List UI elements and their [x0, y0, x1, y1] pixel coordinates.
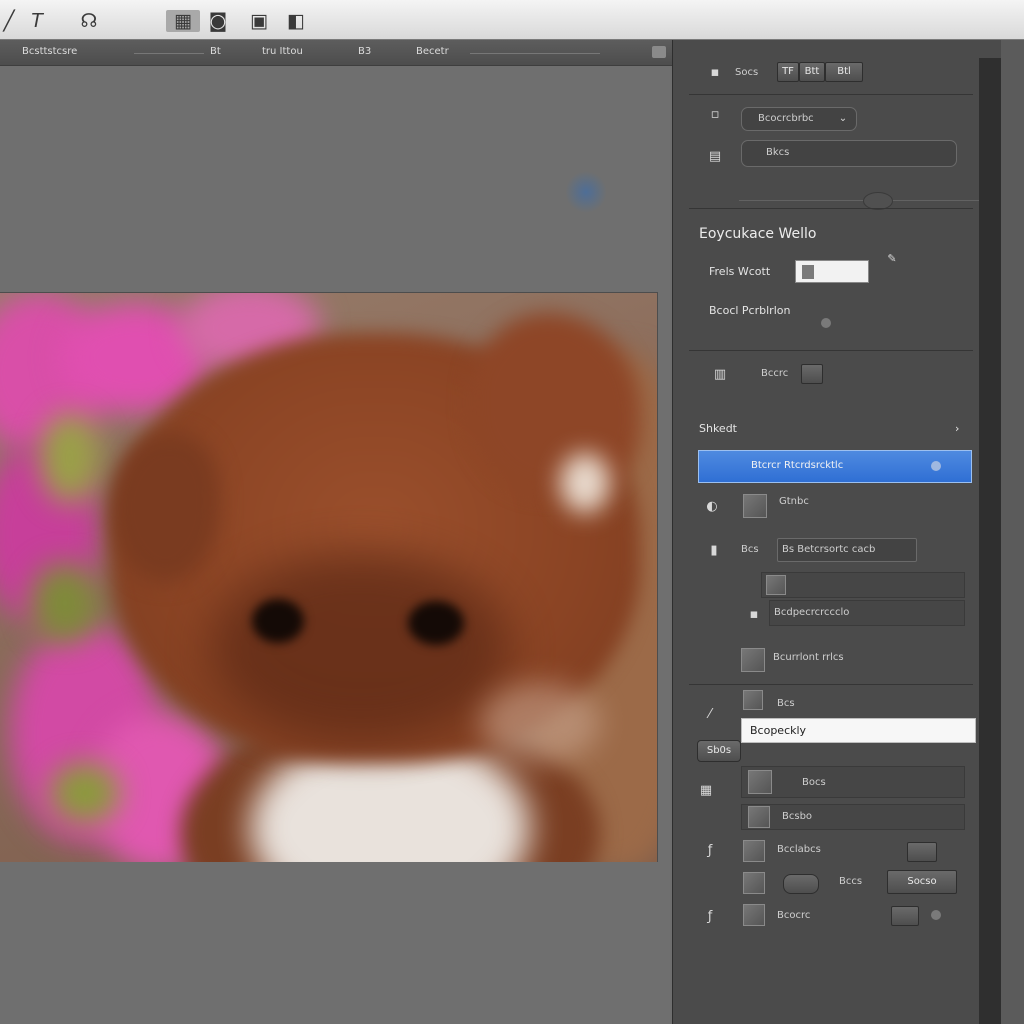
layer-thumb-icon: ▤	[708, 149, 722, 164]
layer-row-2-label: Bcs	[741, 544, 759, 555]
folder-icon[interactable]: ▮	[707, 544, 721, 558]
visibility-icon[interactable]: ◐	[705, 500, 719, 514]
layer-row-box[interactable]	[761, 572, 965, 598]
position-knob[interactable]	[821, 318, 831, 328]
layer-thumbnail	[743, 904, 765, 926]
layers-icon[interactable]: ▦	[166, 10, 200, 32]
panel-field-1[interactable]: Bcocrcbrbc ⌄	[741, 107, 857, 131]
panel-separator	[689, 208, 973, 209]
selected-layer-row[interactable]: Btcrcr Rtcrdsrcktlc	[698, 450, 972, 483]
link-icon: ▫	[710, 107, 720, 122]
top-toolbar: ╱ 𝘛 ☊ ▦ ◙ ▣ ◧	[0, 0, 1024, 40]
panel-separator	[689, 684, 973, 685]
layer-row-4[interactable]: Bcurrlont rrlcs	[773, 652, 844, 663]
document-tab-field-4: Becetr	[416, 46, 449, 57]
kitten-eye-left	[252, 599, 304, 643]
layer-thumbnail	[743, 872, 765, 894]
panel-separator	[689, 350, 973, 351]
panel-top-button-3[interactable]: Btl	[825, 62, 863, 82]
canvas-area[interactable]	[0, 66, 670, 1024]
layer-row-1[interactable]: Gtnbc	[779, 496, 809, 507]
chevron-right-icon[interactable]: ›	[955, 422, 959, 435]
layer-row-2-value: Bs Betcrsortc cacb	[782, 544, 876, 555]
eyedropper-icon[interactable]: ✎	[885, 252, 899, 266]
color-swatch	[802, 265, 814, 279]
camera-icon[interactable]: ◙	[204, 10, 232, 32]
layer-thumbnail	[743, 690, 763, 710]
layer-row-10-toggle[interactable]	[891, 906, 919, 926]
grid-icon: ▥	[713, 367, 727, 382]
dropdown-item[interactable]: Bcopeckly	[741, 718, 976, 743]
selected-layer-label: Btcrcr Rtcrdsrcktlc	[751, 460, 844, 471]
text-tool-icon[interactable]: ╱	[0, 10, 18, 32]
settings-icon[interactable]: ▪	[708, 66, 722, 80]
position-label: Bcocl Pcrblrlon	[709, 304, 791, 317]
kitten-eye-right	[408, 601, 464, 645]
document-tab-title[interactable]: Bcsttstcsre	[22, 46, 77, 57]
layer-row-5[interactable]: Bcs	[777, 698, 795, 709]
layer-row-3: Bcdpecrcrccclo	[774, 607, 850, 618]
layer-row-9-button[interactable]: Socso	[887, 870, 957, 894]
fx-icon[interactable]: ƒ	[703, 844, 717, 858]
layer-row-9-mid: Bccs	[839, 876, 863, 887]
section-title: Eoycukace Wello	[699, 226, 817, 242]
canvas-artifact	[566, 170, 606, 214]
selected-row-indicator	[931, 461, 941, 471]
layer-thumbnail	[743, 840, 765, 862]
mid-toggle[interactable]	[801, 364, 823, 384]
layer-thumbnail	[748, 770, 772, 794]
side-tag-button[interactable]: Sb0s	[697, 740, 741, 762]
lasso-tool-icon[interactable]: ☊	[76, 10, 102, 32]
panel-field-2-text: Bkcs	[766, 147, 790, 158]
panel-separator	[689, 94, 973, 95]
panel-field-1-text: Bcocrcbrbc	[758, 113, 814, 124]
frels-input[interactable]	[795, 260, 869, 283]
layer-thumbnail	[743, 494, 767, 518]
crop-icon[interactable]: ▣	[246, 10, 272, 32]
layer-row-2-field[interactable]: Bs Betcrsortc cacb	[777, 538, 917, 562]
layer-row-6-box[interactable]: Bocs	[741, 766, 965, 798]
layer-row-10[interactable]: Bcocrc	[777, 910, 810, 921]
layer-thumbnail	[748, 806, 770, 828]
close-tab-icon[interactable]	[652, 46, 666, 58]
frels-label: Frels Wcott	[709, 265, 771, 278]
document-tab-bar: Bcsttstcsre Bt tru Ittou B3 Becetr	[0, 40, 672, 66]
layer-row-7: Bcsbo	[782, 811, 813, 822]
layer-group-icon: ▦	[699, 783, 713, 798]
document-tab-field-1: Bt	[210, 46, 221, 57]
kitten-photo[interactable]	[0, 292, 658, 862]
chevron-down-icon: ⌄	[838, 113, 848, 124]
layer-thumbnail	[766, 575, 786, 595]
layer-row-7-box[interactable]: Bcsbo	[741, 804, 965, 830]
layer-thumbnail	[741, 648, 765, 672]
layer-row-8[interactable]: Bcclabcs	[777, 844, 821, 855]
document-tab-field-2: tru Ittou	[262, 46, 303, 57]
panel-top-button-1[interactable]: TF	[777, 62, 799, 82]
layer-row-8-toggle[interactable]	[907, 842, 937, 862]
panel-scrollbar[interactable]	[979, 58, 1001, 1024]
panel-field-2[interactable]: Bkcs	[741, 140, 957, 167]
adjustment-icon[interactable]: ƒ	[703, 910, 717, 924]
type-tool-icon[interactable]: 𝘛	[24, 10, 50, 32]
sheet-label: Shkedt	[699, 422, 737, 435]
tab-divider	[134, 53, 204, 54]
layer-row-10-knob[interactable]	[931, 910, 941, 920]
tab-divider	[470, 53, 600, 54]
panel-edge	[1001, 40, 1024, 1024]
properties-panel: ▪ Socs TF Btt Btl ▫ Bcocrcbrbc ⌄ ▤ Bkcs …	[672, 40, 1024, 1024]
document-tab-field-3: B3	[358, 46, 372, 57]
layer-row-6: Bocs	[802, 777, 826, 788]
layer-row-9-pill[interactable]	[783, 874, 819, 894]
layer-row-3-box[interactable]: Bcdpecrcrccclo	[769, 600, 965, 626]
panel-top-label: Socs	[735, 67, 759, 78]
panel-top-button-2[interactable]: Btt	[799, 62, 825, 82]
lock-icon[interactable]: ▪	[747, 608, 761, 622]
frame-icon[interactable]: ◧	[284, 10, 308, 32]
dropdown-item-label: Bcopeckly	[750, 724, 807, 737]
opacity-slider-track[interactable]	[739, 200, 979, 201]
brush-icon[interactable]: ⁄	[703, 708, 717, 722]
mid-label: Bccrc	[761, 368, 789, 379]
